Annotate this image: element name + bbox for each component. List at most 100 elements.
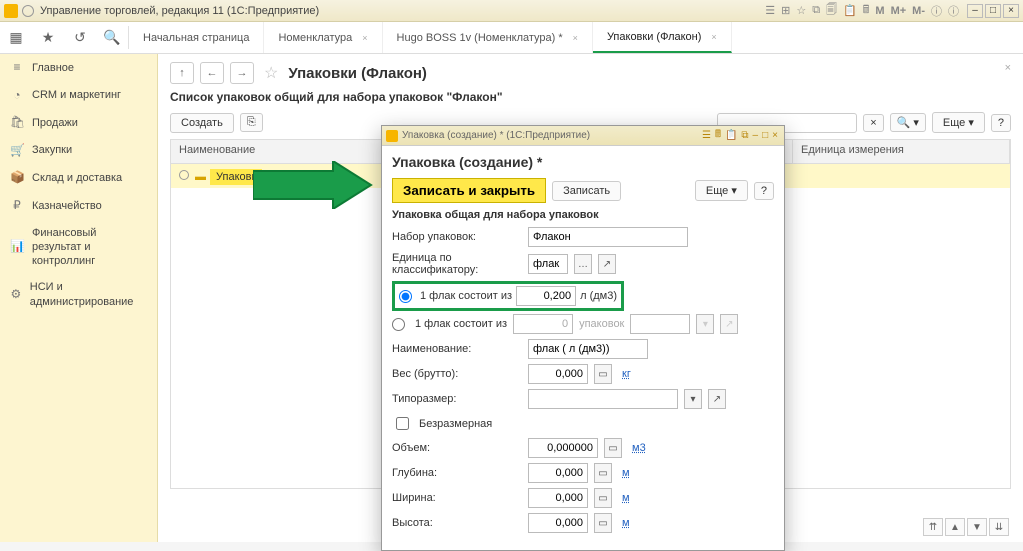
back-button[interactable]: ←	[200, 62, 224, 84]
sidebar-item-sales[interactable]: 🛍Продажи	[0, 109, 157, 137]
m-plus-button[interactable]: М+	[891, 5, 907, 17]
sidebar-item-label: Казначейство	[32, 199, 102, 213]
sidebar-item-admin[interactable]: ⚙НСИ и администрирование	[0, 274, 157, 315]
maximize-button[interactable]: □	[985, 4, 1001, 18]
dropdown-button[interactable]: ▾	[684, 389, 702, 409]
width-input[interactable]	[528, 488, 588, 508]
sidebar-item-purchases[interactable]: 🛒Закупки	[0, 137, 157, 165]
tab-nomenclature[interactable]: Номенклатура×	[264, 22, 382, 53]
tab-hugo-boss[interactable]: Hugo BOSS 1v (Номенклатура) *×	[383, 22, 593, 53]
history-icon[interactable]: ↺	[64, 22, 96, 53]
grid-nav: ⇈ ▲ ▼ ⇊	[923, 518, 1009, 536]
sidebar-item-main[interactable]: ≡Главное	[0, 54, 157, 82]
close-button[interactable]: ×	[772, 130, 778, 141]
search-button[interactable]: 🔍 ▾	[890, 113, 926, 132]
open-button[interactable]: ↗	[598, 254, 616, 274]
maximize-button[interactable]: □	[762, 130, 768, 141]
label-volume: Объем:	[392, 442, 522, 454]
calc-button[interactable]: ▭	[604, 438, 622, 458]
height-unit-link[interactable]: м	[622, 517, 630, 529]
search-icon[interactable]: 🔍	[96, 22, 128, 53]
tool-icon[interactable]: ⊞	[781, 4, 790, 17]
favorite-icon[interactable]: ☆	[264, 63, 278, 83]
minimize-button[interactable]: –	[753, 130, 759, 141]
minimize-button[interactable]: –	[967, 4, 983, 18]
volume-input[interactable]	[528, 438, 598, 458]
weight-unit-link[interactable]: кг	[622, 368, 631, 380]
nav-up-button[interactable]: ▲	[945, 518, 965, 536]
nav-first-button[interactable]: ⇈	[923, 518, 943, 536]
clear-search-button[interactable]: ×	[863, 114, 883, 132]
calc-button[interactable]: ▭	[594, 463, 612, 483]
calc-button[interactable]: ▭	[594, 488, 612, 508]
m-button[interactable]: М	[875, 5, 884, 17]
favorites-icon[interactable]: ★	[32, 22, 64, 53]
radio1-unit: л (дм3)	[580, 290, 617, 302]
info-icon[interactable]: ⓘ	[948, 3, 959, 19]
dimless-label: Безразмерная	[419, 418, 492, 430]
nav-last-button[interactable]: ⇊	[989, 518, 1009, 536]
sidebar-item-finance[interactable]: 📊Финансовый результат и контроллинг	[0, 220, 157, 275]
select-button[interactable]: …	[574, 254, 592, 274]
calc-button[interactable]: ▭	[594, 513, 612, 533]
volume-unit-link[interactable]: м3	[632, 442, 646, 454]
tool-icon[interactable]: 📋	[725, 130, 737, 141]
depth-unit-link[interactable]: м	[622, 467, 630, 479]
info-icon[interactable]: ⓘ	[931, 3, 942, 19]
close-icon[interactable]: ×	[362, 33, 367, 43]
more-button[interactable]: Еще ▾	[932, 112, 985, 133]
tool-icon[interactable]: ☰	[765, 4, 775, 17]
help-button[interactable]: ?	[754, 182, 774, 200]
up-button[interactable]: ↑	[170, 62, 194, 84]
tab-packaging[interactable]: Упаковки (Флакон)×	[593, 22, 732, 53]
close-button[interactable]: ×	[1003, 4, 1019, 18]
name-input[interactable]	[528, 339, 648, 359]
radio1-value-input[interactable]	[516, 286, 576, 306]
close-icon[interactable]: ×	[573, 33, 578, 43]
m-minus-button[interactable]: М-	[912, 5, 925, 17]
tool-icon[interactable]: ☰	[702, 130, 711, 141]
tool-icon[interactable]: ⧉	[812, 4, 820, 17]
sidebar-item-label: Склад и доставка	[32, 171, 122, 185]
forward-button[interactable]: →	[230, 62, 254, 84]
sidebar-item-crm[interactable]: ◔CRM и маркетинг	[0, 82, 157, 110]
set-input[interactable]	[528, 227, 688, 247]
radio2-unit: упаковок	[579, 318, 624, 330]
nav-down-button[interactable]: ▼	[967, 518, 987, 536]
save-button[interactable]: Записать	[552, 181, 621, 201]
classifier-input[interactable]	[528, 254, 568, 274]
sidebar-item-warehouse[interactable]: 📦Склад и доставка	[0, 164, 157, 192]
tab-home[interactable]: Начальная страница	[129, 22, 264, 53]
tool-icon[interactable]: 📋	[843, 4, 857, 17]
help-button[interactable]: ?	[991, 114, 1011, 132]
menu-icon: ≡	[10, 60, 24, 76]
calc-button[interactable]: ▭	[594, 364, 612, 384]
dimless-checkbox[interactable]	[396, 417, 409, 430]
tool-icon[interactable]: ☆	[796, 4, 806, 17]
size-input[interactable]	[528, 389, 678, 409]
create-button[interactable]: Создать	[170, 113, 234, 133]
save-close-button[interactable]: Записать и закрыть	[392, 178, 546, 203]
tool-icon[interactable]: 🗐	[826, 1, 837, 20]
tool-icon[interactable]: ⧉	[741, 130, 748, 141]
modal-titlebar[interactable]: Упаковка (создание) * (1С:Предприятие) ☰…	[382, 126, 784, 146]
page-close-button[interactable]: ×	[1005, 62, 1011, 74]
app-icon	[386, 130, 398, 142]
label-weight: Вес (брутто):	[392, 368, 522, 380]
weight-input[interactable]	[528, 364, 588, 384]
tool-icon[interactable]: 🖩	[863, 1, 870, 20]
sales-icon: 🛍	[10, 115, 24, 131]
open-button[interactable]: ↗	[708, 389, 726, 409]
copy-button[interactable]: ⎘	[240, 113, 263, 132]
height-input[interactable]	[528, 513, 588, 533]
depth-input[interactable]	[528, 463, 588, 483]
radio2[interactable]	[392, 318, 405, 331]
tool-icon[interactable]: 🖩	[715, 127, 721, 144]
width-unit-link[interactable]: м	[622, 492, 630, 504]
more-button[interactable]: Еще ▾	[695, 180, 748, 201]
radio1[interactable]	[399, 290, 412, 303]
close-icon[interactable]: ×	[711, 32, 716, 42]
col-unit[interactable]: Единица измерения	[793, 140, 1010, 163]
apps-icon[interactable]: ▦	[0, 22, 32, 53]
sidebar-item-treasury[interactable]: ₽Казначейство	[0, 192, 157, 220]
